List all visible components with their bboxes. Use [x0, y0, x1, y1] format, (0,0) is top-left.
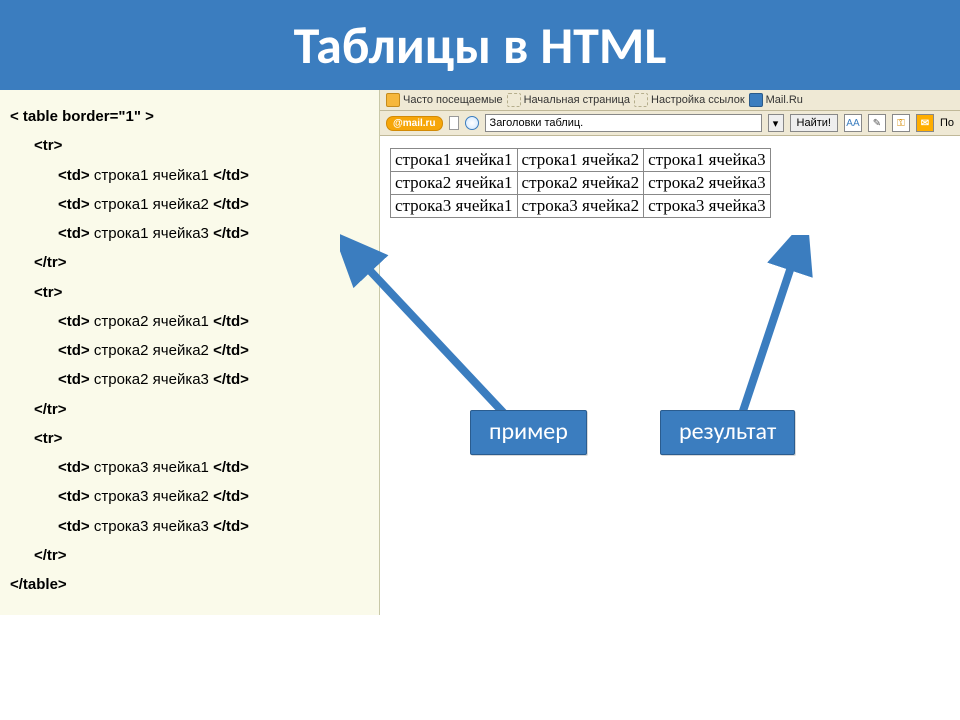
bookmark-mailru[interactable]: Mail.Ru: [749, 93, 803, 107]
code-line: <tr>: [10, 424, 369, 453]
code-line: < table border="1" >: [10, 102, 369, 131]
table-cell: строка2 ячейка3: [644, 172, 771, 195]
table-cell: строка2 ячейка2: [517, 172, 644, 195]
code-line: </tr>: [10, 395, 369, 424]
code-line: <tr>: [10, 131, 369, 160]
rendered-table-area: строка1 ячейка1 строка1 ячейка2 строка1 …: [380, 136, 960, 230]
browser-bookmarks-toolbar: Часто посещаемые Начальная страница Наст…: [380, 90, 960, 111]
bookmark-home[interactable]: Начальная страница: [507, 93, 630, 107]
code-line: <td> строка1 ячейка3 </td>: [10, 219, 369, 248]
table-cell: строка3 ячейка1: [391, 195, 518, 218]
callout-example: пример: [470, 410, 587, 455]
code-line: <td> строка3 ячейка3 </td>: [10, 512, 369, 541]
bookmark-frequent[interactable]: Часто посещаемые: [386, 93, 503, 107]
bookmark-links-setup[interactable]: Настройка ссылок: [634, 93, 745, 107]
table-row: строка1 ячейка1 строка1 ячейка2 строка1 …: [391, 149, 771, 172]
mailru-search-toolbar: @mail.ru ▾ Найти! AA ✎ ⚿ ✉ По: [380, 111, 960, 136]
slide-title: Таблицы в HTML: [294, 13, 667, 77]
code-example-panel: < table border="1" > <tr> <td> строка1 я…: [0, 90, 380, 615]
bookmark-label: Mail.Ru: [766, 94, 803, 106]
search-history-dropdown[interactable]: ▾: [768, 114, 784, 132]
mailru-logo[interactable]: @mail.ru: [386, 116, 443, 131]
table-cell: строка1 ячейка1: [391, 149, 518, 172]
magnifier-icon: [465, 116, 479, 130]
table-row: строка3 ячейка1 строка3 ячейка2 строка3 …: [391, 195, 771, 218]
code-line: <td> строка3 ячейка1 </td>: [10, 453, 369, 482]
code-line: <td> строка2 ячейка1 </td>: [10, 307, 369, 336]
code-line: <td> строка2 ячейка2 </td>: [10, 336, 369, 365]
table-cell: строка2 ячейка1: [391, 172, 518, 195]
key-tool-icon[interactable]: ⚿: [892, 114, 910, 132]
find-button[interactable]: Найти!: [790, 114, 838, 132]
bookmark-icon: [507, 93, 521, 107]
dropdown-arrow-icon[interactable]: [449, 116, 459, 130]
mailru-icon: [749, 93, 763, 107]
code-line: <td> строка1 ячейка2 </td>: [10, 190, 369, 219]
bookmark-label: Начальная страница: [524, 94, 630, 106]
table-row: строка2 ячейка1 строка2 ячейка2 строка2 …: [391, 172, 771, 195]
table-cell: строка3 ячейка3: [644, 195, 771, 218]
code-line: </tr>: [10, 541, 369, 570]
table-cell: строка3 ячейка2: [517, 195, 644, 218]
pencil-tool-icon[interactable]: ✎: [868, 114, 886, 132]
code-line: <td> строка2 ячейка3 </td>: [10, 365, 369, 394]
code-line: </table>: [10, 570, 369, 599]
code-line: <tr>: [10, 278, 369, 307]
code-line: </tr>: [10, 248, 369, 277]
slide-title-bar: Таблицы в HTML: [0, 0, 960, 90]
bookmark-icon: [634, 93, 648, 107]
arrow-result: [720, 235, 860, 435]
table-cell: строка1 ячейка2: [517, 149, 644, 172]
result-table: строка1 ячейка1 строка1 ячейка2 строка1 …: [390, 148, 771, 218]
bookmark-label: Часто посещаемые: [403, 94, 503, 106]
mail-tool-icon[interactable]: ✉: [916, 114, 934, 132]
bookmark-label: Настройка ссылок: [651, 94, 745, 106]
code-line: <td> строка3 ячейка2 </td>: [10, 482, 369, 511]
bookmark-icon: [386, 93, 400, 107]
search-input[interactable]: [485, 114, 762, 132]
toolbar-label-truncated: По: [940, 117, 954, 129]
text-size-tool[interactable]: AA: [844, 114, 862, 132]
code-line: <td> строка1 ячейка1 </td>: [10, 161, 369, 190]
callout-result: результат: [660, 410, 795, 455]
table-cell: строка1 ячейка3: [644, 149, 771, 172]
